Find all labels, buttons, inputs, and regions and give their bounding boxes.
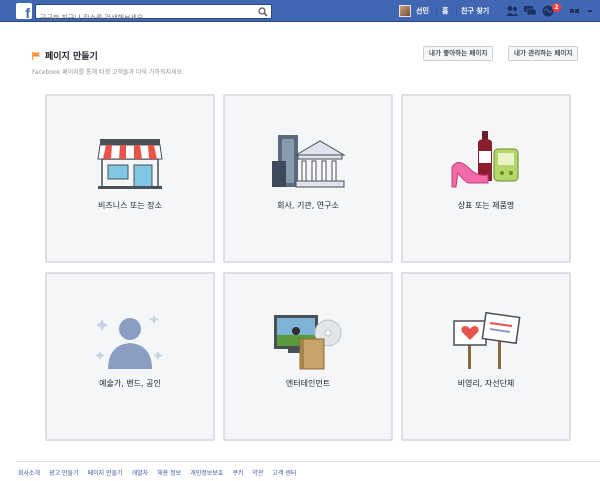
footer-link-developers[interactable]: 개발자 bbox=[132, 468, 149, 477]
category-tile-brand[interactable]: 상표 또는 제품명 bbox=[401, 94, 571, 263]
account-menu-icon[interactable] bbox=[583, 4, 597, 18]
buildings-icon bbox=[272, 135, 346, 188]
search-icon[interactable] bbox=[258, 7, 268, 17]
footer-link-terms[interactable]: 약관 bbox=[252, 468, 263, 477]
home-link[interactable]: 홈 bbox=[442, 0, 448, 22]
logo-letter: f bbox=[25, 5, 30, 21]
messages-icon[interactable] bbox=[523, 4, 537, 18]
avatar[interactable] bbox=[399, 5, 411, 17]
products-icon bbox=[451, 131, 519, 188]
media-icon bbox=[274, 315, 342, 370]
page-subtitle: Facebook 페이지를 통해 타겟 고객들과 더욱 가까워지세요. bbox=[32, 69, 184, 76]
category-tile-entertainment[interactable]: 엔터테인먼트 bbox=[223, 272, 393, 441]
facebook-logo[interactable]: f bbox=[16, 3, 32, 21]
category-label: 비영리, 자선단체 bbox=[457, 379, 515, 388]
privacy-shortcuts-icon[interactable] bbox=[568, 4, 582, 18]
notification-badge: 2 bbox=[552, 3, 561, 12]
nav-divider bbox=[436, 6, 437, 16]
category-tile-business[interactable]: 비즈니스 또는 장소 bbox=[45, 94, 215, 263]
search-box bbox=[35, 4, 272, 25]
category-tile-artist[interactable]: 예술가, 밴드, 공인 bbox=[45, 272, 215, 441]
find-friends-link[interactable]: 친구 찾기 bbox=[461, 0, 489, 22]
category-label: 엔터테인먼트 bbox=[285, 379, 331, 388]
footer-link-create-ad[interactable]: 광고 만들기 bbox=[49, 468, 79, 477]
managed-pages-button[interactable]: 내가 관리하는 페이지 bbox=[508, 46, 579, 61]
search-input[interactable] bbox=[36, 11, 251, 25]
page-title: 페이지 만들기 bbox=[32, 49, 98, 62]
footer-link-create-page[interactable]: 페이지 만들기 bbox=[88, 468, 123, 477]
nav-divider bbox=[456, 6, 457, 16]
storefront-icon bbox=[97, 139, 163, 189]
footer-divider bbox=[16, 461, 600, 462]
flag-icon bbox=[32, 51, 41, 60]
page-title-text: 페이지 만들기 bbox=[45, 52, 98, 62]
category-label: 비즈니스 또는 장소 bbox=[98, 201, 162, 210]
category-label: 예술가, 밴드, 공인 bbox=[99, 379, 161, 388]
category-tile-nonprofit[interactable]: 비영리, 자선단체 bbox=[401, 272, 571, 441]
footer-links: 회사소개 광고 만들기 페이지 만들기 개발자 채용 정보 개인정보보호 쿠키 … bbox=[18, 468, 296, 477]
top-navigation-bar: f 선민 홈 친구 찾기 2 bbox=[0, 0, 600, 25]
artist-silhouette-icon bbox=[95, 315, 163, 369]
liked-pages-button[interactable]: 내가 좋아하는 페이지 bbox=[423, 46, 494, 61]
footer-link-about[interactable]: 회사소개 bbox=[18, 468, 40, 477]
category-label: 회사, 기관, 연구소 bbox=[277, 201, 339, 210]
category-tile-company[interactable]: 회사, 기관, 연구소 bbox=[223, 94, 393, 263]
profile-link[interactable]: 선민 bbox=[416, 0, 429, 22]
signs-icon bbox=[453, 311, 521, 369]
footer-link-careers[interactable]: 채용 정보 bbox=[157, 468, 181, 477]
footer-link-help[interactable]: 고객 센터 bbox=[272, 468, 296, 477]
footer-link-cookies[interactable]: 쿠키 bbox=[232, 468, 243, 477]
footer-link-privacy[interactable]: 개인정보보호 bbox=[190, 468, 223, 477]
friend-requests-icon[interactable] bbox=[505, 4, 519, 18]
category-label: 상표 또는 제품명 bbox=[457, 201, 515, 210]
